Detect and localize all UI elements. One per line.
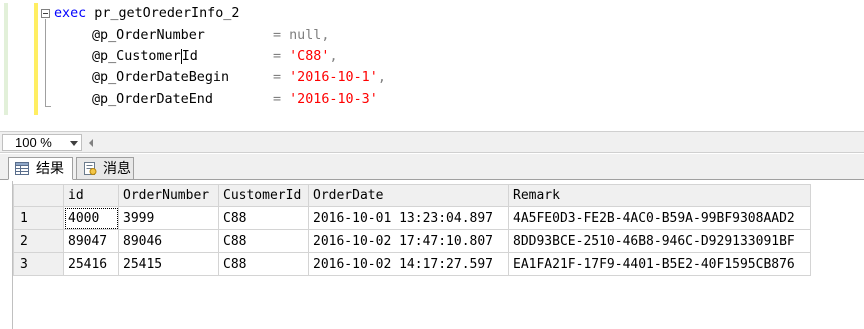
code-line-5-value: = '2016-10-3'	[273, 91, 378, 109]
cell-remark[interactable]: EA1FA21F-17F9-4401-B5E2-40F1595CB876	[508, 252, 811, 276]
equals-operator: =	[273, 92, 290, 107]
cell-ordernumber[interactable]: 3999	[118, 206, 219, 230]
param-name: @p_OrderDateEnd	[92, 92, 213, 107]
column-header-remark[interactable]: Remark	[508, 184, 811, 207]
collapse-icon[interactable]	[41, 9, 50, 18]
cell-remark[interactable]: 4A5FE0D3-FE2B-4AC0-B59A-99BF9308AAD2	[508, 206, 811, 230]
row-number[interactable]: 3	[13, 252, 64, 276]
zoom-select[interactable]: 100 %	[2, 134, 82, 151]
column-header-customerid[interactable]: CustomerId	[218, 184, 309, 207]
cell-orderdate[interactable]: 2016-10-02 17:47:10.807	[308, 229, 509, 253]
code-line-2-value: = null,	[273, 27, 329, 45]
tab-results-label: 结果	[36, 160, 64, 176]
cell-ordernumber[interactable]: 25415	[118, 252, 219, 276]
comma: ,	[321, 28, 330, 43]
param-value: '2016-10-1'	[289, 70, 378, 85]
query-editor[interactable]: exec pr_getOrederInfo_2 @p_OrderNumber =…	[0, 0, 864, 128]
scroll-left-icon[interactable]	[89, 139, 93, 147]
zoom-value: 100 %	[15, 135, 52, 150]
tab-messages-label: 消息	[103, 160, 131, 176]
corner-cell[interactable]	[13, 184, 64, 207]
table-row: 2 89047 89046 C88 2016-10-02 17:47:10.80…	[13, 229, 811, 253]
param-name: @p_Customer	[92, 49, 181, 64]
code-line-4-value: = '2016-10-1',	[273, 69, 386, 87]
code-line-2: @p_OrderNumber	[92, 27, 205, 45]
outline-guide	[45, 19, 46, 107]
outline-guide-end	[45, 106, 51, 107]
cell-id[interactable]: 89047	[63, 229, 119, 253]
column-header-orderdate[interactable]: OrderDate	[308, 184, 509, 207]
row-number[interactable]: 2	[13, 229, 64, 253]
comma: ,	[329, 49, 338, 64]
cell-ordernumber[interactable]: 89046	[118, 229, 219, 253]
code-line-3-value: = 'C88',	[273, 48, 338, 66]
code-line-4: @p_OrderDateBegin	[92, 69, 229, 87]
header-row: id OrderNumber CustomerId OrderDate Rema…	[13, 184, 811, 207]
results-grid-panel: id OrderNumber CustomerId OrderDate Rema…	[0, 181, 864, 329]
tab-results[interactable]: 结果	[8, 157, 73, 180]
cell-customerid[interactable]: C88	[218, 229, 309, 253]
code-line-1: exec pr_getOrederInfo_2	[54, 5, 239, 23]
chevron-down-icon[interactable]	[70, 141, 78, 146]
table-row: 1 4000 3999 C88 2016-10-01 13:23:04.897 …	[13, 206, 811, 230]
grid-icon	[15, 162, 29, 175]
results-tabs: 结果 消息	[0, 154, 864, 180]
procedure-name: pr_getOrederInfo_2	[86, 6, 240, 21]
unsaved-change-marker	[34, 3, 38, 115]
param-name-rest: Id	[181, 49, 198, 64]
exec-keyword: exec	[54, 6, 87, 21]
row-number[interactable]: 1	[13, 206, 64, 230]
cell-customerid[interactable]: C88	[218, 206, 309, 230]
zoom-bar: 100 %	[0, 131, 864, 153]
cell-orderdate[interactable]: 2016-10-02 14:17:27.597	[308, 252, 509, 276]
param-name: @p_OrderNumber	[92, 28, 205, 43]
code-line-5: @p_OrderDateEnd	[92, 91, 213, 109]
code-line-3: @p_CustomerId	[92, 48, 198, 66]
column-header-id[interactable]: id	[63, 184, 119, 207]
column-header-ordernumber[interactable]: OrderNumber	[118, 184, 219, 207]
equals-operator: =	[273, 28, 290, 43]
equals-operator: =	[273, 70, 290, 85]
cell-remark[interactable]: 8DD93BCE-2510-46B8-946C-D929133091BF	[508, 229, 811, 253]
param-value: 'C88'	[289, 49, 330, 64]
cell-customerid[interactable]: C88	[218, 252, 309, 276]
param-name: @p_OrderDateBegin	[92, 70, 230, 85]
cell-orderdate[interactable]: 2016-10-01 13:23:04.897	[308, 206, 509, 230]
cell-id[interactable]: 4000	[63, 206, 119, 230]
messages-icon	[84, 162, 97, 175]
table-row: 3 25416 25415 C88 2016-10-02 14:17:27.59…	[13, 252, 811, 276]
tab-messages[interactable]: 消息	[76, 157, 134, 180]
equals-operator: =	[273, 49, 290, 64]
saved-change-marker	[4, 3, 8, 115]
param-value: null	[289, 28, 322, 43]
results-grid: id OrderNumber CustomerId OrderDate Rema…	[13, 184, 811, 276]
cell-id[interactable]: 25416	[63, 252, 119, 276]
param-value: '2016-10-3'	[289, 92, 378, 107]
comma: ,	[377, 70, 386, 85]
